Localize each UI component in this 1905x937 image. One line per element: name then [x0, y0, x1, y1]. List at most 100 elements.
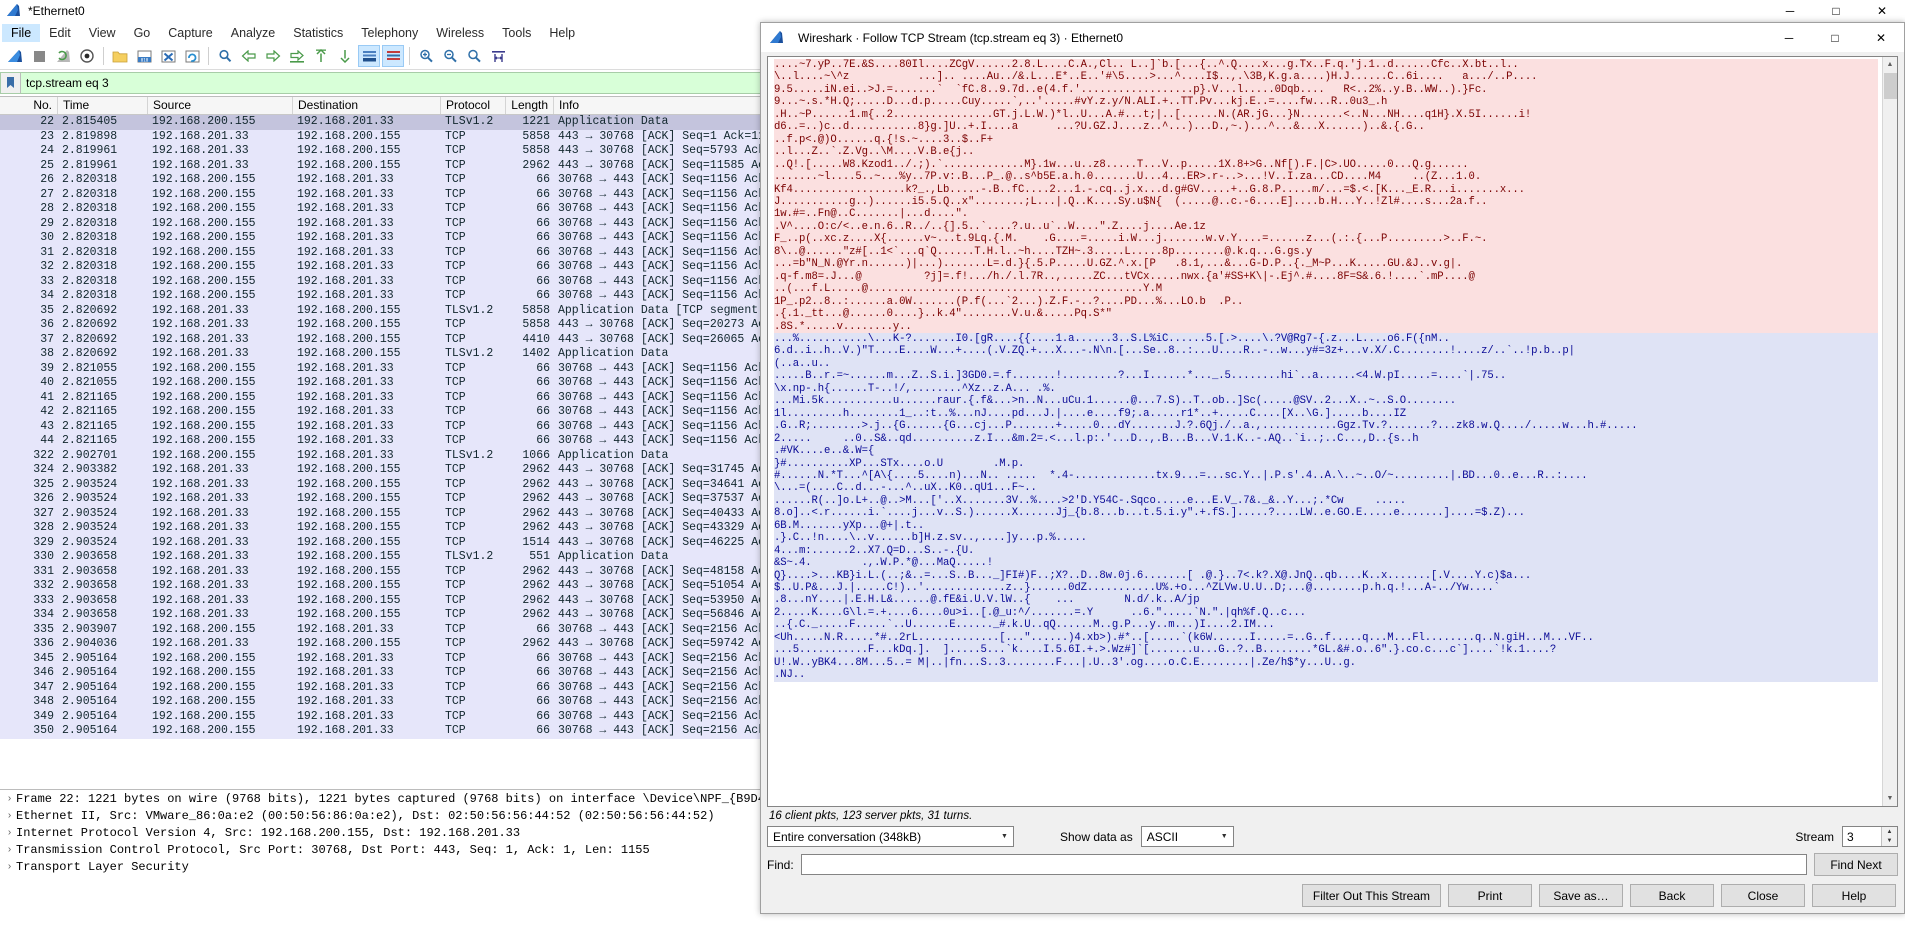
cell-len: 66: [536, 419, 550, 433]
chevron-right-icon[interactable]: ›: [3, 808, 16, 825]
go-to-packet-icon[interactable]: [286, 45, 308, 67]
conversation-select[interactable]: Entire conversation (348kB) ▼: [767, 826, 1014, 847]
capture-options-icon[interactable]: [76, 45, 98, 67]
save-file-icon[interactable]: 010: [133, 45, 155, 67]
filter-out-this-stream-button[interactable]: Filter Out This Stream: [1301, 884, 1441, 907]
cell-proto: TCP: [445, 419, 466, 433]
cell-proto: TCP: [445, 332, 466, 346]
stream-line-client: }#..........XP...STx....o.U .M.p.: [774, 457, 1878, 470]
find-packet-icon[interactable]: [214, 45, 236, 67]
menu-file[interactable]: File: [2, 23, 41, 42]
resize-columns-icon[interactable]: [487, 45, 509, 67]
cell-len: 2962: [522, 506, 550, 520]
stream-text[interactable]: ....~7.yP..7E.&S....80Il....ZCgV......2.…: [768, 57, 1882, 806]
cell-len: 66: [536, 187, 550, 201]
column-header-time[interactable]: Time: [58, 97, 148, 114]
stepper-down-icon[interactable]: ▼: [1882, 836, 1897, 846]
cell-proto: TLSv1.2: [445, 448, 494, 462]
save-as-button[interactable]: Save as…: [1539, 884, 1623, 907]
menu-capture[interactable]: Capture: [159, 24, 221, 42]
go-first-packet-icon[interactable]: [310, 45, 332, 67]
menu-wireless[interactable]: Wireless: [427, 24, 493, 42]
close-file-icon[interactable]: [157, 45, 179, 67]
chevron-right-icon[interactable]: ›: [3, 791, 16, 808]
go-back-icon[interactable]: [238, 45, 260, 67]
cell-src: 192.168.201.33: [152, 318, 249, 331]
zoom-out-icon[interactable]: [439, 45, 461, 67]
stepper-buttons[interactable]: ▲ ▼: [1881, 827, 1897, 846]
cell-no: 345: [33, 651, 54, 665]
help-button[interactable]: Help: [1812, 884, 1896, 907]
column-header-length[interactable]: Length: [506, 97, 554, 114]
chevron-right-icon[interactable]: ›: [3, 825, 16, 842]
go-last-packet-icon[interactable]: [334, 45, 356, 67]
cell-proto: TCP: [445, 579, 466, 592]
menu-statistics[interactable]: Statistics: [284, 24, 352, 42]
minimize-icon[interactable]: ─: [1766, 23, 1812, 52]
stream-line-client: 1l.........h........1_..:t..%...nJ....pd…: [774, 407, 1878, 421]
go-forward-icon[interactable]: [262, 45, 284, 67]
cell-dst: 192.168.201.33: [297, 173, 394, 186]
cell-dst: 192.168.201.33: [297, 390, 394, 404]
maximize-icon[interactable]: □: [1812, 23, 1858, 52]
back-button[interactable]: Back: [1630, 884, 1714, 907]
open-file-icon[interactable]: [109, 45, 131, 67]
zoom-in-icon[interactable]: [415, 45, 437, 67]
minimize-icon[interactable]: ─: [1767, 0, 1813, 21]
cell-no: 23: [40, 129, 54, 143]
menu-telephony[interactable]: Telephony: [352, 24, 427, 42]
print-button[interactable]: Print: [1448, 884, 1532, 907]
cell-time: 2.903658: [62, 550, 118, 563]
column-header-destination[interactable]: Destination: [293, 97, 441, 114]
cell-len: 66: [536, 376, 550, 389]
scrollbar-thumb[interactable]: [1884, 73, 1897, 99]
scroll-up-icon[interactable]: ▲: [1883, 57, 1897, 72]
menu-tools[interactable]: Tools: [493, 24, 540, 42]
cell-proto: TCP: [445, 463, 466, 476]
cell-len: 66: [536, 173, 550, 186]
cell-src: 192.168.200.155: [152, 651, 256, 665]
bookmark-icon[interactable]: [1, 73, 21, 93]
menu-help[interactable]: Help: [540, 24, 584, 42]
stream-content-view[interactable]: ....~7.yP..7E.&S....80Il....ZCgV......2.…: [767, 56, 1898, 807]
dialog-window-controls: ─ □ ✕: [1766, 23, 1904, 52]
cell-no: 326: [33, 492, 54, 505]
menu-view[interactable]: View: [80, 24, 125, 42]
maximize-icon[interactable]: □: [1813, 0, 1859, 21]
stop-capture-icon[interactable]: [28, 45, 50, 67]
restart-capture-icon[interactable]: [52, 45, 74, 67]
stepper-up-icon[interactable]: ▲: [1882, 827, 1897, 837]
cell-src: 192.168.201.33: [152, 492, 249, 505]
stream-number-stepper[interactable]: 3 ▲ ▼: [1842, 826, 1898, 847]
scroll-down-icon[interactable]: ▼: [1883, 791, 1897, 806]
start-capture-icon[interactable]: [4, 45, 26, 67]
cell-no: 332: [33, 579, 54, 592]
menu-analyze[interactable]: Analyze: [222, 24, 284, 42]
cell-no: 28: [40, 202, 54, 215]
column-header-no[interactable]: No.: [0, 97, 58, 114]
stream-scrollbar[interactable]: ▲ ▼: [1882, 57, 1897, 806]
chevron-down-icon[interactable]: ▼: [1216, 827, 1233, 846]
close-button[interactable]: Close: [1721, 884, 1805, 907]
close-icon[interactable]: ✕: [1859, 0, 1905, 21]
chevron-down-icon[interactable]: ▼: [996, 827, 1013, 846]
find-input[interactable]: [800, 854, 1807, 875]
show-data-as-select[interactable]: ASCII ▼: [1140, 826, 1234, 847]
column-header-protocol[interactable]: Protocol: [441, 97, 506, 114]
menu-go[interactable]: Go: [125, 24, 160, 42]
chevron-right-icon[interactable]: ›: [3, 842, 16, 859]
stream-number-value: 3: [1847, 829, 1854, 844]
zoom-reset-icon[interactable]: [463, 45, 485, 67]
find-next-button[interactable]: Find Next: [1814, 853, 1898, 876]
cell-time: 2.821165: [62, 419, 118, 433]
auto-scroll-icon[interactable]: [358, 45, 380, 67]
menu-edit[interactable]: Edit: [40, 24, 80, 42]
colorize-icon[interactable]: [382, 45, 404, 67]
cell-src: 192.168.200.155: [152, 666, 256, 679]
close-icon[interactable]: ✕: [1858, 23, 1904, 52]
column-header-source[interactable]: Source: [148, 97, 293, 114]
chevron-right-icon[interactable]: ›: [3, 859, 16, 876]
cell-proto: TCP: [445, 477, 466, 491]
reload-file-icon[interactable]: [181, 45, 203, 67]
cell-no: 27: [40, 187, 54, 201]
